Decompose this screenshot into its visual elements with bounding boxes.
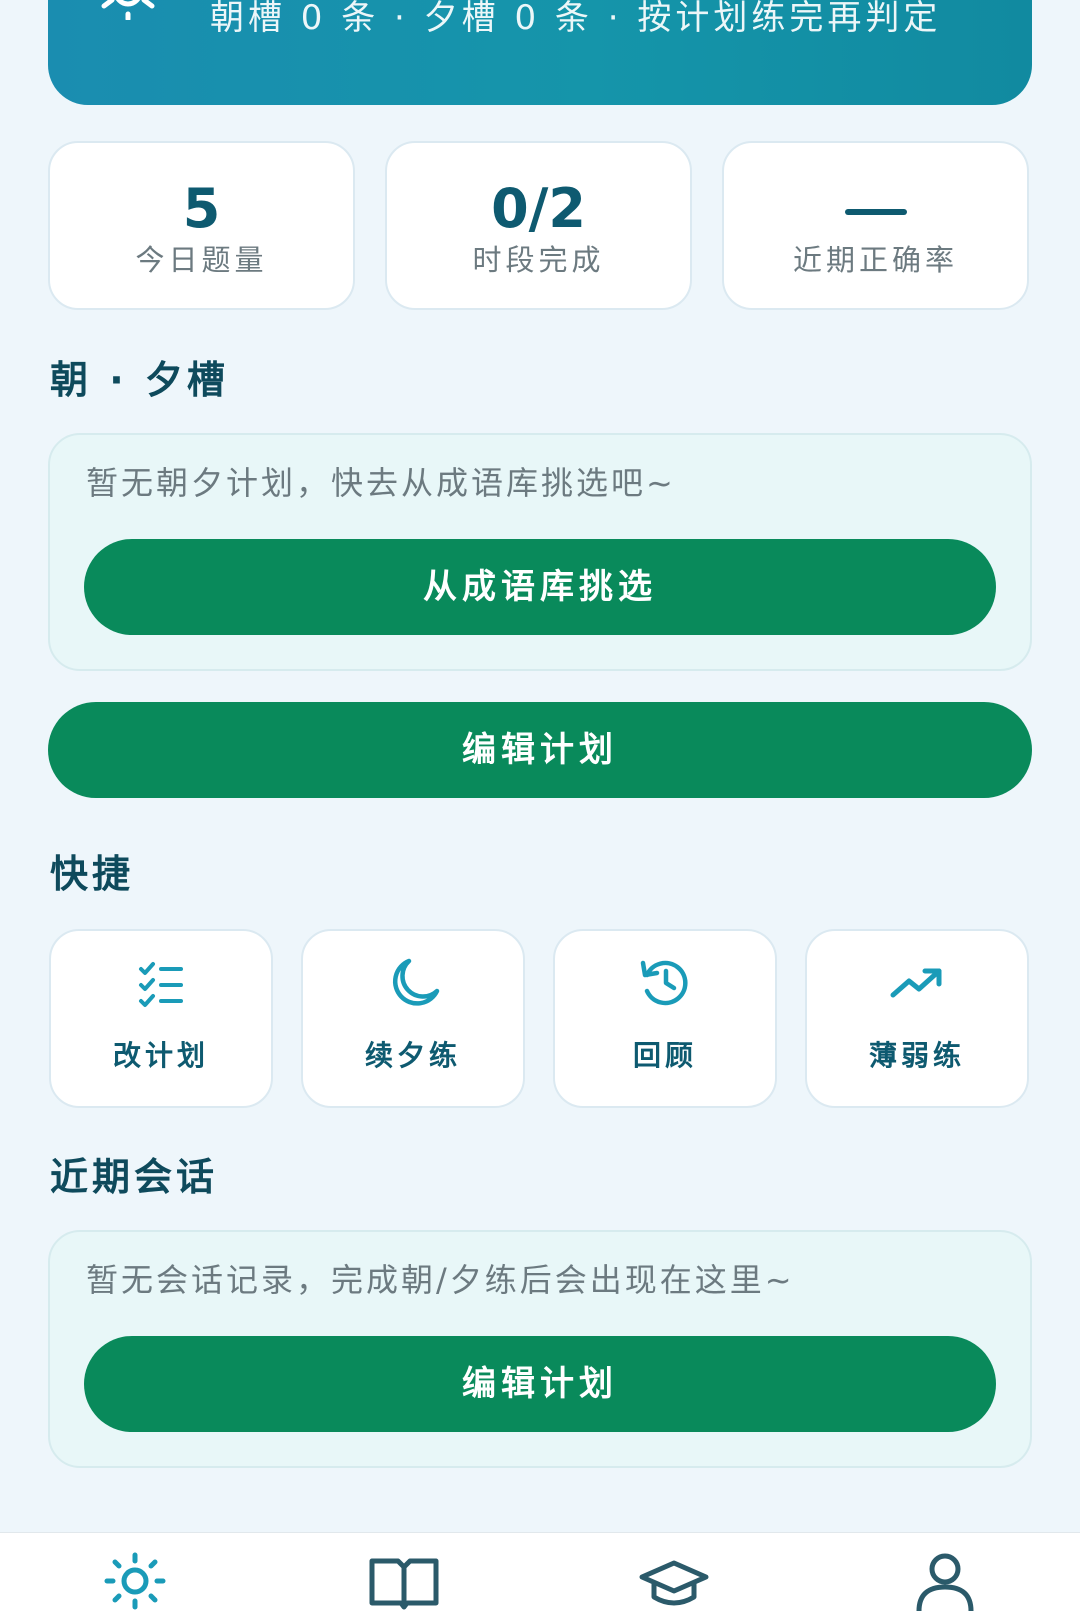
history-icon xyxy=(640,960,688,1006)
status-banner: 朝槽 0 条 · 夕槽 0 条 · 按计划练完再判定 xyxy=(48,0,1032,105)
empty-value-dash xyxy=(844,209,907,215)
moon-icon xyxy=(392,958,440,1006)
plan-empty-panel: 暂无朝夕计划，快去从成语库挑选吧~ 从成语库挑选 xyxy=(48,433,1032,671)
stat-value: 5 xyxy=(182,177,221,240)
stat-value: 0/2 xyxy=(491,177,586,240)
stat-card-today-count: 5 今日题量 xyxy=(48,141,355,310)
stat-card-slot-complete: 0/2 时段完成 xyxy=(385,141,692,310)
quick-label: 薄弱练 xyxy=(868,1039,965,1072)
stat-label: 近期正确率 xyxy=(792,243,958,277)
sessions-empty-text: 暂无会话记录，完成朝/夕练后会出现在这里~ xyxy=(86,1261,795,1299)
book-icon[interactable] xyxy=(368,1551,440,1611)
section-title-sessions: 近期会话 xyxy=(50,1155,219,1199)
sun-icon[interactable] xyxy=(99,1551,171,1611)
sessions-empty-panel: 暂无会话记录，完成朝/夕练后会出现在这里~ 编辑计划 xyxy=(48,1230,1032,1468)
quick-edit-plan[interactable]: 改计划 xyxy=(49,929,273,1108)
checklist-icon xyxy=(139,962,183,1007)
stat-card-accuracy: 近期正确率 xyxy=(722,141,1029,310)
section-title-plan: 朝 · 夕槽 xyxy=(50,358,229,402)
quick-label: 回顾 xyxy=(632,1039,697,1072)
sessions-edit-plan-button[interactable]: 编辑计划 xyxy=(84,1336,996,1432)
sun-icon xyxy=(101,0,155,20)
quick-label: 续夕练 xyxy=(364,1039,461,1072)
trending-up-icon xyxy=(890,968,942,998)
bottom-tab-bar xyxy=(0,1532,1080,1614)
banner-text: 朝槽 0 条 · 夕槽 0 条 · 按计划练完再判定 xyxy=(210,0,942,38)
quick-label: 改计划 xyxy=(112,1039,209,1072)
graduation-cap-icon[interactable] xyxy=(638,1551,710,1611)
pick-from-library-button[interactable]: 从成语库挑选 xyxy=(84,539,996,635)
stat-label: 时段完成 xyxy=(472,243,605,277)
stat-label: 今日题量 xyxy=(135,243,268,277)
plan-empty-text: 暂无朝夕计划，快去从成语库挑选吧~ xyxy=(86,464,676,502)
quick-continue-evening[interactable]: 续夕练 xyxy=(301,929,525,1108)
section-title-quick: 快捷 xyxy=(50,852,135,896)
edit-plan-button[interactable]: 编辑计划 xyxy=(48,702,1032,798)
quick-weak-practice[interactable]: 薄弱练 xyxy=(805,929,1029,1108)
quick-review[interactable]: 回顾 xyxy=(553,929,777,1108)
user-icon[interactable] xyxy=(909,1551,981,1611)
